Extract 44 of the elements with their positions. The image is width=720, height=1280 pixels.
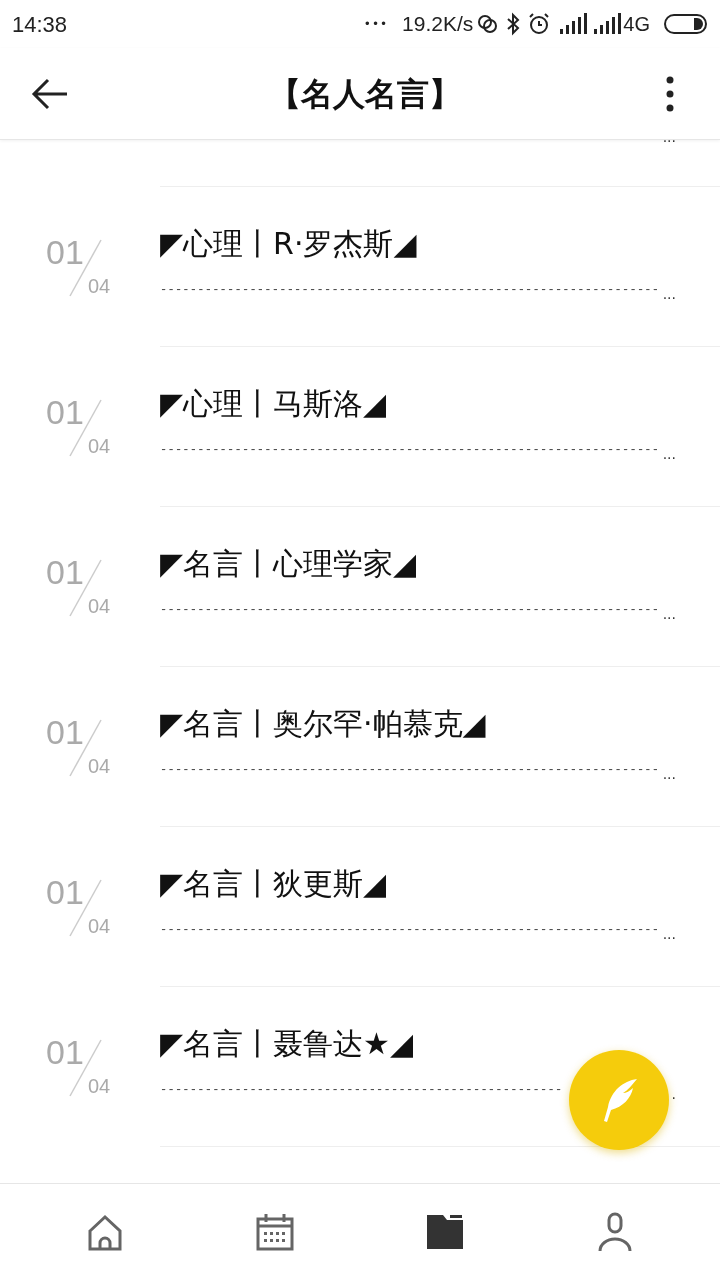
preview-ellipsis: ... <box>662 287 676 301</box>
item-preview: ------------------------------------------------------------------- <box>160 764 660 776</box>
item-total: 04 <box>88 276 111 296</box>
item-title: ◤心理丨马斯洛◢ <box>160 389 387 419</box>
more-icon <box>666 75 674 112</box>
item-number: 01 <box>46 395 84 429</box>
item-total: 04 <box>88 596 111 616</box>
item-title: ◤名言丨奥尔罕·帕慕克◢ <box>160 709 486 739</box>
back-arrow-icon <box>31 77 69 110</box>
preview-ellipsis: ... <box>662 607 676 621</box>
sync-icon <box>477 13 500 35</box>
item-preview: ------------------------------------------------------------------- <box>160 284 660 296</box>
preview-ellipsis: . <box>671 1087 676 1101</box>
preview-ellipsis: ... <box>662 767 676 781</box>
item-preview: ------------------------------------------------------------------- <box>160 604 660 616</box>
network-speed: 19.2K/s <box>402 11 474 38</box>
network-type: 4G <box>623 12 650 37</box>
item-title: ◤心理丨R·罗杰斯◢ <box>160 229 417 259</box>
preview-ellipsis: ... <box>662 447 676 461</box>
item-title: ◤名言丨狄更斯◢ <box>160 869 387 899</box>
item-number: 01 <box>46 1035 84 1069</box>
bluetooth-icon <box>505 12 522 36</box>
item-total: 04 <box>88 1076 111 1096</box>
item-preview: ------------------------------------------------------------------- <box>160 924 660 936</box>
item-total: 04 <box>88 756 111 776</box>
preview-ellipsis: ... <box>662 927 676 941</box>
signal-icon <box>593 13 622 35</box>
item-total: 04 <box>88 916 111 936</box>
item-number: 01 <box>46 715 84 749</box>
status-time: 14:38 <box>12 10 68 39</box>
item-total: 04 <box>88 436 111 456</box>
item-preview: ------------------------------------------------------ <box>160 1084 563 1096</box>
signal-icon <box>559 13 588 35</box>
battery-icon <box>664 13 708 35</box>
item-title: ◤名言丨心理学家◢ <box>160 549 417 579</box>
item-title: ◤名言丨聂鲁达★◢ <box>160 1029 414 1059</box>
item-number: 01 <box>46 235 84 269</box>
item-number: 01 <box>46 875 84 909</box>
notification-dots: ••• <box>363 16 389 33</box>
item-preview: ------------------------------------------------------------------- <box>160 444 660 456</box>
preview-ellipsis: ... <box>662 130 676 144</box>
page-title: 【名人名言】 <box>269 73 461 115</box>
calendar-icon <box>254 1211 296 1253</box>
item-number: 01 <box>46 555 84 589</box>
